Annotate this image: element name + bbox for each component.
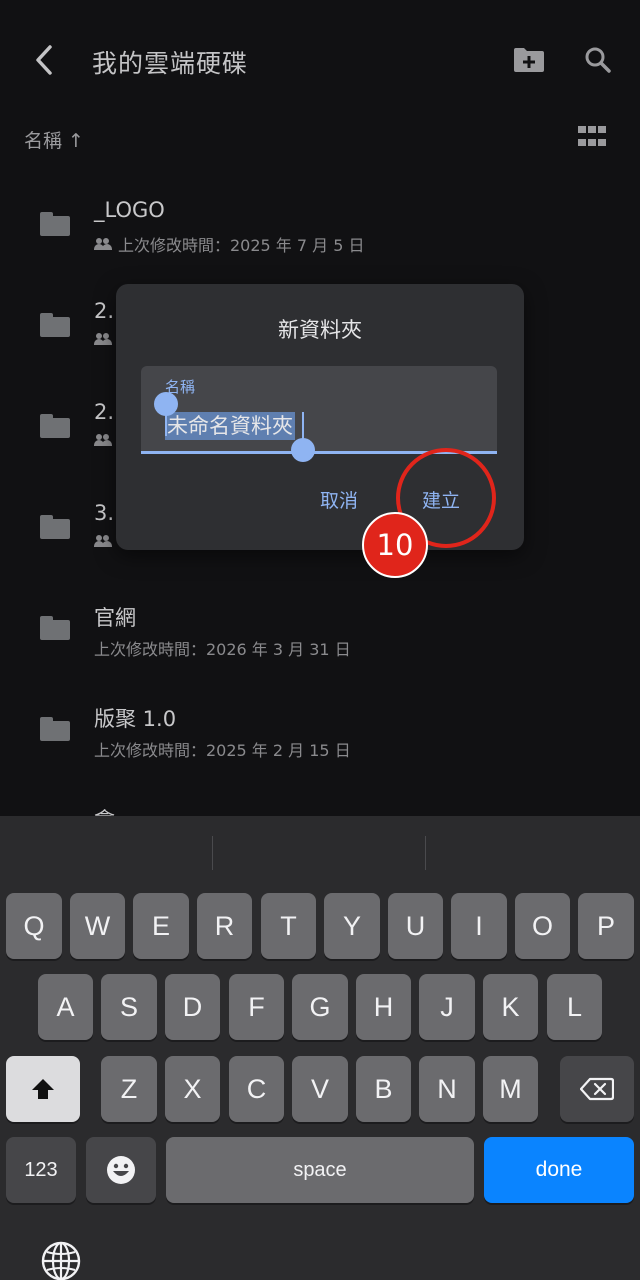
emoji-key[interactable] xyxy=(86,1137,156,1203)
page-title: 我的雲端硬碟 xyxy=(92,49,249,78)
key-t[interactable]: T xyxy=(261,893,316,959)
keyboard: Q W E R T Y U I O P A S D F G H J K L Z … xyxy=(0,816,640,1280)
folder-icon xyxy=(40,313,70,337)
dialog-title: 新資料夾 xyxy=(278,318,362,342)
globe-icon xyxy=(41,1241,81,1280)
key-w[interactable]: W xyxy=(70,893,125,959)
folder-icon xyxy=(40,414,70,438)
file-name: 2. xyxy=(94,299,115,323)
sort-toggle[interactable]: 名稱 ↑ xyxy=(24,126,84,153)
file-name: 官網 xyxy=(94,606,136,630)
file-name: 3. xyxy=(94,501,115,525)
globe-key[interactable] xyxy=(40,1240,82,1280)
numbers-key[interactable]: 123 xyxy=(6,1137,76,1203)
file-row-logo[interactable]: _LOGO 上次修改時間：2025 年 7 月 5 日 xyxy=(0,176,640,276)
file-row-partial[interactable]: 會 xyxy=(0,782,640,816)
key-i[interactable]: I xyxy=(451,893,507,959)
key-m[interactable]: M xyxy=(483,1056,538,1122)
key-b[interactable]: B xyxy=(356,1056,411,1122)
selection-start-handle[interactable] xyxy=(154,392,178,416)
key-d[interactable]: D xyxy=(165,974,220,1040)
backspace-icon xyxy=(580,1077,614,1101)
key-r[interactable]: R xyxy=(197,893,252,959)
folder-icon xyxy=(40,616,70,640)
cancel-button[interactable]: 取消 xyxy=(320,486,358,513)
key-n[interactable]: N xyxy=(419,1056,475,1122)
suggestion-divider xyxy=(425,836,426,870)
file-name: 版聚 1.0 xyxy=(94,707,177,731)
key-h[interactable]: H xyxy=(356,974,411,1040)
key-q[interactable]: Q xyxy=(6,893,62,959)
search-icon xyxy=(585,47,611,73)
step-badge: 10 xyxy=(362,512,428,578)
key-l[interactable]: L xyxy=(547,974,602,1040)
folder-icon xyxy=(40,717,70,741)
key-x[interactable]: X xyxy=(165,1056,220,1122)
selection-end-handle[interactable] xyxy=(291,438,315,462)
grid-view-icon[interactable] xyxy=(578,126,608,150)
file-row-official-site[interactable]: 官網 上次修改時間：2026 年 3 月 31 日 xyxy=(0,580,640,680)
folder-icon xyxy=(40,212,70,236)
folder-name-field[interactable]: 名稱 未命名資料夾 xyxy=(141,366,497,454)
new-folder-button[interactable] xyxy=(511,42,547,78)
shift-key[interactable] xyxy=(6,1056,80,1122)
done-key[interactable]: done xyxy=(484,1137,634,1203)
key-y[interactable]: Y xyxy=(324,893,380,959)
suggestion-divider xyxy=(212,836,213,870)
key-k[interactable]: K xyxy=(483,974,538,1040)
key-j[interactable]: J xyxy=(419,974,475,1040)
suggestion-bar xyxy=(0,816,640,886)
key-z[interactable]: Z xyxy=(101,1056,157,1122)
chevron-left-icon xyxy=(36,45,52,75)
key-o[interactable]: O xyxy=(515,893,570,959)
shared-icon xyxy=(94,434,112,446)
back-button[interactable] xyxy=(26,40,62,80)
shared-icon xyxy=(94,333,112,345)
key-s[interactable]: S xyxy=(101,974,157,1040)
file-name: 會 xyxy=(94,804,115,816)
search-button[interactable] xyxy=(580,42,616,78)
folder-name-input[interactable]: 未命名資料夾 xyxy=(165,412,295,440)
space-key[interactable]: space xyxy=(166,1137,474,1203)
key-e[interactable]: E xyxy=(133,893,189,959)
key-f[interactable]: F xyxy=(229,974,284,1040)
key-g[interactable]: G xyxy=(292,974,348,1040)
file-row-meetup[interactable]: 版聚 1.0 上次修改時間：2025 年 2 月 15 日 xyxy=(0,681,640,781)
shared-icon xyxy=(94,238,112,250)
key-a[interactable]: A xyxy=(38,974,93,1040)
key-p[interactable]: P xyxy=(578,893,634,959)
shift-icon xyxy=(32,1079,54,1099)
file-name: _LOGO xyxy=(94,198,165,222)
key-v[interactable]: V xyxy=(292,1056,348,1122)
file-meta: 上次修改時間：2026 年 3 月 31 日 xyxy=(94,640,351,659)
key-u[interactable]: U xyxy=(388,893,443,959)
shared-icon xyxy=(94,535,112,547)
folder-plus-icon xyxy=(514,48,544,72)
key-c[interactable]: C xyxy=(229,1056,284,1122)
file-meta: 上次修改時間：2025 年 7 月 5 日 xyxy=(118,236,365,255)
folder-icon xyxy=(40,515,70,539)
backspace-key[interactable] xyxy=(560,1056,634,1122)
app-header: 我的雲端硬碟 xyxy=(0,0,640,120)
emoji-icon xyxy=(107,1156,135,1184)
file-meta: 上次修改時間：2025 年 2 月 15 日 xyxy=(94,741,351,760)
file-name: 2. xyxy=(94,400,115,424)
